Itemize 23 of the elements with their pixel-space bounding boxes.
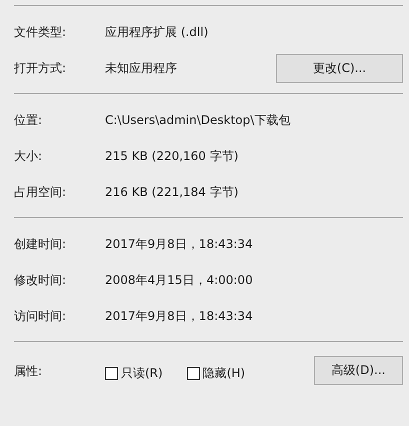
checkbox[interactable] bbox=[105, 367, 118, 380]
attributes-label: 属性: bbox=[14, 363, 44, 380]
field-value: 215 KB (220,160 字节) bbox=[105, 148, 240, 164]
field-label: 占用空间: bbox=[14, 184, 68, 200]
field-label: 创建时间: bbox=[14, 236, 68, 252]
field-label: 修改时间: bbox=[14, 272, 68, 288]
checkbox-label[interactable]: 隐藏(H) bbox=[202, 365, 246, 382]
field-value: 2017年9月8日，18:43:34 bbox=[105, 236, 254, 252]
field-value: 应用程序扩展 (.dll) bbox=[105, 24, 210, 40]
field-value: 2017年9月8日，18:43:34 bbox=[105, 308, 254, 324]
field-label: 位置: bbox=[14, 112, 44, 128]
change-button[interactable]: 更改(C)... bbox=[276, 54, 403, 82]
field-label: 文件类型: bbox=[14, 24, 68, 40]
field-value: 未知应用程序 bbox=[105, 60, 178, 76]
checkbox-label[interactable]: 只读(R) bbox=[121, 365, 163, 382]
field-label: 打开方式: bbox=[14, 60, 68, 76]
checkbox[interactable] bbox=[186, 367, 200, 380]
field-label: 大小: bbox=[14, 148, 44, 164]
field-value: 216 KB (221,184 字节) bbox=[105, 184, 240, 200]
field-label: 访问时间: bbox=[14, 308, 68, 324]
field-value: C:\Users\admin\Desktop\下载包 bbox=[105, 112, 292, 128]
advanced-button[interactable]: 高级(D)... bbox=[314, 356, 403, 385]
field-value: 2008年4月15日，4:00:00 bbox=[105, 272, 254, 288]
